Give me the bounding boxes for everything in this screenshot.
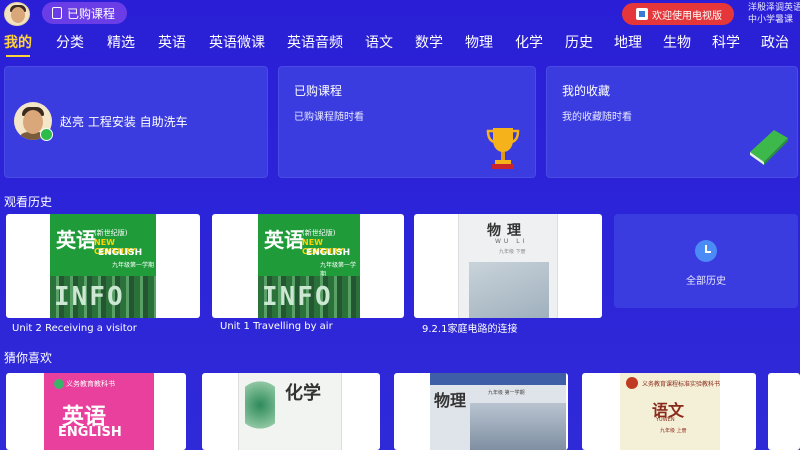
book-icon <box>52 7 62 19</box>
tv-version-button[interactable]: 欢迎使用电视版 <box>622 3 734 25</box>
favorites-card[interactable]: 我的收藏 我的收藏随时看 <box>546 66 798 178</box>
cover-grade: 九年级 第一学期 <box>488 390 525 396</box>
purchased-pill-label: 已购课程 <box>67 6 116 21</box>
cover-subtitle: ENGLISH <box>58 425 122 440</box>
nav-tab-history[interactable]: 历史 <box>565 33 593 53</box>
history-item[interactable]: 物理 WU LI 九年级 下册 <box>414 214 602 318</box>
all-history-button[interactable]: 全部历史 <box>614 214 798 308</box>
cover-grade: 九年级第一学期 <box>112 262 155 269</box>
avatar[interactable] <box>4 2 30 26</box>
nav-tab-science[interactable]: 科学 <box>712 33 740 53</box>
chemistry-book-cover: 化学 <box>238 373 342 450</box>
nav-tab-category[interactable]: 分类 <box>56 33 84 53</box>
nav-tab-mine[interactable]: 我的 <box>4 33 32 57</box>
history-item-caption: 9.2.1家庭电路的连接 <box>422 324 518 335</box>
cover-pinyin: WU LI <box>495 238 528 245</box>
cover-title: 化学 <box>285 383 321 404</box>
cover-grade: 九年级 下册 <box>499 249 526 255</box>
cover-title: 英语 <box>264 228 304 252</box>
nav-tab-chemistry[interactable]: 化学 <box>515 33 543 53</box>
history-section-title: 观看历史 <box>4 195 53 209</box>
tv-pill-label: 欢迎使用电视版 <box>652 10 722 22</box>
physics-book-cover: 物理 九年级 第一学期 <box>430 373 566 450</box>
cover-line2: ENGLISH <box>98 248 143 258</box>
nav-tab-english[interactable]: 英语 <box>158 33 186 53</box>
publisher-logo-icon <box>626 377 638 389</box>
publisher-logo-icon <box>54 379 64 389</box>
book-icon <box>750 130 788 165</box>
nav-tab-geography[interactable]: 地理 <box>614 33 642 53</box>
wechat-icon <box>40 128 53 141</box>
recommend-item-english[interactable]: 义务教育教科书 英语 ENGLISH <box>6 373 186 450</box>
cover-title: 物理 <box>434 391 467 410</box>
nav-tab-math[interactable]: 数学 <box>415 33 443 53</box>
nav-tab-english-audio[interactable]: 英语音频 <box>287 33 343 53</box>
history-item[interactable]: 英语 (新世纪版) NEW CENTURY ENGLISH 九年级第一学期 IN… <box>6 214 200 318</box>
purchased-card-subtitle: 已购课程随时看 <box>294 112 364 123</box>
purchased-courses-button[interactable]: 已购课程 <box>42 2 128 24</box>
cover-edition: (新世纪版) <box>94 229 128 237</box>
category-nav: 我的 分类 精选 英语 英语微课 英语音频 语文 数学 物理 化学 历史 地理 … <box>0 33 800 57</box>
physics-book-cover: 物理 WU LI 九年级 下册 <box>458 214 558 318</box>
purchased-courses-card[interactable]: 已购课程 已购课程随时看 <box>278 66 536 178</box>
history-item[interactable]: 英语 (新世纪版) NEW CENTURY ENGLISH 九年级第一学期 IN… <box>212 214 404 318</box>
all-history-label: 全部历史 <box>686 276 726 287</box>
recommend-item-chinese[interactable]: 义务教育课程标准实验教科书 语文 YUWEN 九年级 上册 <box>582 373 756 450</box>
english-book-cover: 义务教育教科书 英语 ENGLISH <box>44 373 154 450</box>
cover-line2: ENGLISH <box>306 248 351 258</box>
tv-app-icon <box>636 8 648 20</box>
top-bar: 已购课程 欢迎使用电视版 洋殷泽调英语 中小学暑课 <box>0 0 800 28</box>
cover-art <box>469 262 549 318</box>
user-profile-card[interactable]: 赵亮 工程安装 自助洗车 <box>4 66 268 178</box>
english-book-cover: 英语 (新世纪版) NEW CENTURY ENGLISH 九年级第一学期 IN… <box>258 214 360 318</box>
recommend-item-chemistry[interactable]: 化学 <box>202 373 380 450</box>
cover-grade: 九年级 上册 <box>660 428 687 434</box>
cover-top-text: 义务教育课程标准实验教科书 <box>642 381 720 388</box>
cover-art-letters: INFO <box>262 282 333 312</box>
user-name: 赵亮 工程安装 自助洗车 <box>60 115 188 129</box>
cover-art-letters: INFO <box>54 282 125 312</box>
nav-tab-english-micro[interactable]: 英语微课 <box>209 33 265 53</box>
history-item-caption: Unit 2 Receiving a visitor <box>12 323 137 334</box>
nav-tab-featured[interactable]: 精选 <box>107 33 135 53</box>
avatar-face <box>11 7 25 23</box>
cover-header-band <box>430 373 566 385</box>
history-item-caption: Unit 1 Travelling by air <box>220 321 333 332</box>
nav-tab-physics[interactable]: 物理 <box>465 33 493 53</box>
cover-edition: (新世纪版) <box>302 229 336 237</box>
favorites-card-title: 我的收藏 <box>562 84 611 98</box>
nav-tab-biology[interactable]: 生物 <box>663 33 691 53</box>
cover-art <box>470 403 566 450</box>
nav-tab-politics[interactable]: 政治 <box>761 33 789 53</box>
corner-line-1: 洋殷泽调英语 <box>748 3 800 13</box>
cover-title: 物理 <box>487 223 527 239</box>
recommend-section-title: 猜你喜欢 <box>4 351 53 365</box>
cover-pinyin: YUWEN <box>656 417 675 423</box>
cover-art <box>245 381 275 441</box>
clock-icon <box>695 240 717 262</box>
cover-top-text: 义务教育教科书 <box>66 380 115 388</box>
trophy-icon <box>486 128 520 169</box>
favorites-card-subtitle: 我的收藏随时看 <box>562 112 632 123</box>
recommend-item-physics[interactable]: 物理 九年级 第一学期 <box>394 373 568 450</box>
corner-line-2: 中小学暑课 <box>748 15 794 25</box>
chinese-book-cover: 义务教育课程标准实验教科书 语文 YUWEN 九年级 上册 <box>620 373 720 450</box>
cover-title: 英语 <box>56 228 96 252</box>
purchased-card-title: 已购课程 <box>294 84 343 98</box>
nav-tab-chinese[interactable]: 语文 <box>365 33 393 53</box>
english-book-cover: 英语 (新世纪版) NEW CENTURY ENGLISH 九年级第一学期 IN… <box>50 214 156 318</box>
corner-info: 洋殷泽调英语 中小学暑课 <box>748 2 800 26</box>
recommend-item-partial[interactable] <box>768 373 800 450</box>
